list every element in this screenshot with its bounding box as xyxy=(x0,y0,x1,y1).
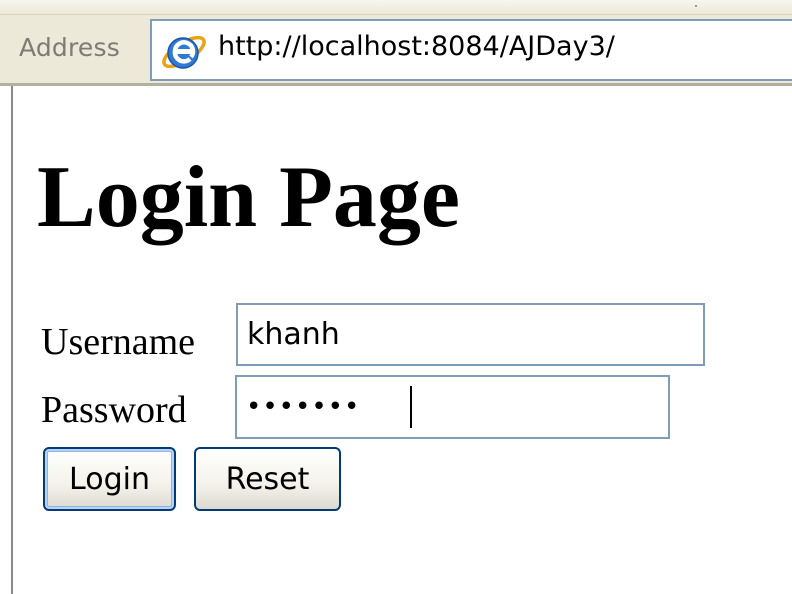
username-input[interactable] xyxy=(236,303,705,366)
browser-top-strip xyxy=(0,0,792,15)
address-label: Address xyxy=(19,33,120,62)
page-left-border xyxy=(11,86,13,594)
password-label: Password xyxy=(41,389,187,431)
toolbar-separator xyxy=(695,5,697,7)
username-label: Username xyxy=(41,321,196,363)
login-button[interactable]: Login xyxy=(43,447,176,511)
reset-button[interactable]: Reset xyxy=(194,447,341,511)
page-title: Login Page xyxy=(37,149,460,246)
internet-explorer-icon xyxy=(162,35,206,69)
url-text[interactable]: http://localhost:8084/AJDay3/ xyxy=(218,31,615,62)
text-caret xyxy=(410,386,412,428)
password-input[interactable] xyxy=(235,375,670,439)
